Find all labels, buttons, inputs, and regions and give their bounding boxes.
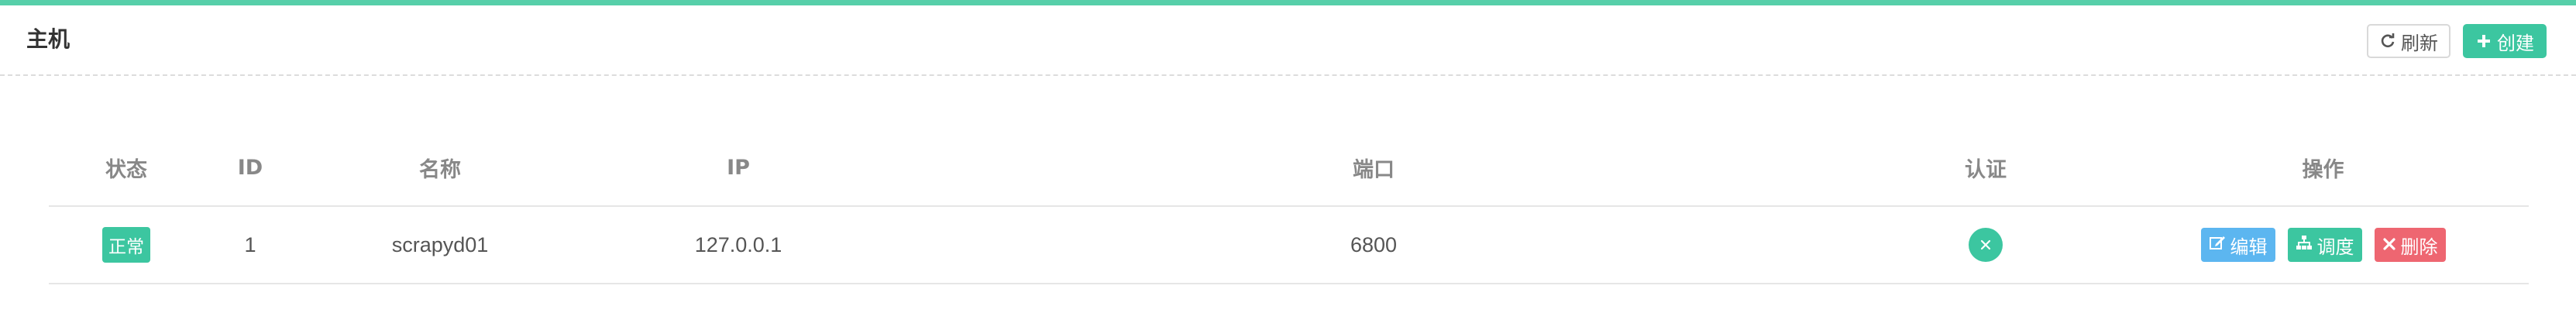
name-cell: scrapyd01 — [297, 206, 583, 284]
status-badge: 正常 — [102, 227, 150, 263]
auth-cell — [1854, 206, 2117, 284]
sitemap-icon — [2296, 234, 2313, 256]
dispatch-label: 调度 — [2316, 236, 2354, 258]
column-header-port[interactable]: 端口 — [893, 129, 1854, 207]
edit-button[interactable]: 编辑 — [2200, 228, 2275, 262]
hosts-panel: 主机 刷新 创建 状态 ID 名称 IP 端口 认证 操作 正常 1 scrap… — [0, 0, 2576, 320]
edit-label: 编辑 — [2230, 236, 2268, 258]
column-header-id[interactable]: ID — [204, 129, 297, 207]
panel-header: 主机 刷新 创建 — [0, 5, 2576, 76]
column-header-auth[interactable]: 认证 — [1854, 129, 2117, 207]
refresh-button[interactable]: 刷新 — [2367, 24, 2450, 58]
close-icon — [1969, 228, 2003, 262]
refresh-icon — [2379, 33, 2396, 50]
ip-cell: 127.0.0.1 — [583, 206, 893, 284]
times-icon — [2382, 234, 2396, 256]
plus-icon — [2475, 33, 2492, 50]
column-header-name[interactable]: 名称 — [297, 129, 583, 207]
edit-icon — [2209, 234, 2226, 256]
port-cell: 6800 — [893, 206, 1854, 284]
dispatch-button[interactable]: 调度 — [2287, 228, 2362, 262]
table-header-row: 状态 ID 名称 IP 端口 认证 操作 — [49, 129, 2529, 207]
create-label: 创建 — [2497, 32, 2534, 54]
delete-label: 删除 — [2400, 236, 2438, 258]
delete-button[interactable]: 删除 — [2374, 228, 2446, 262]
hosts-table-wrapper: 状态 ID 名称 IP 端口 认证 操作 正常 1 scrapyd01 127.… — [49, 129, 2529, 284]
column-header-actions: 操作 — [2117, 129, 2529, 207]
header-actions: 刷新 创建 — [2367, 24, 2547, 58]
table-row: 正常 1 scrapyd01 127.0.0.1 6800 编辑 调度 删除 — [49, 206, 2529, 284]
column-header-ip[interactable]: IP — [583, 129, 893, 207]
id-cell: 1 — [204, 206, 297, 284]
create-button[interactable]: 创建 — [2463, 24, 2547, 58]
column-header-status[interactable]: 状态 — [49, 129, 204, 207]
row-actions: 编辑 调度 删除 — [2200, 228, 2446, 262]
refresh-label: 刷新 — [2401, 32, 2438, 54]
status-cell: 正常 — [49, 206, 204, 284]
actions-cell: 编辑 调度 删除 — [2117, 206, 2529, 284]
hosts-table: 状态 ID 名称 IP 端口 认证 操作 正常 1 scrapyd01 127.… — [49, 129, 2529, 284]
page-title: 主机 — [26, 26, 71, 52]
